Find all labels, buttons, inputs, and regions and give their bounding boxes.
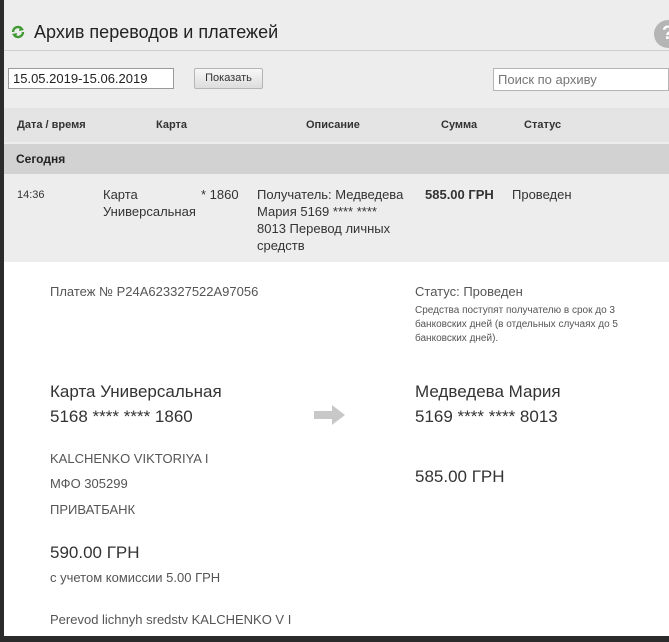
title-bar: Архив переводов и платежей ?	[4, 0, 669, 56]
row-desc-line2: Мария 5169 **** ****	[257, 204, 377, 219]
sender-mfo: МФО 305299	[50, 476, 128, 491]
help-icon[interactable]: ?	[654, 20, 669, 48]
group-label: Сегодня	[16, 152, 66, 166]
payment-number: Платеж № P24A623327522A97056	[50, 284, 259, 299]
row-card-mask: * 1860	[201, 187, 239, 202]
title-divider	[4, 50, 669, 51]
table-header: Дата / время Карта Описание Сумма Статус	[4, 108, 669, 142]
details-status: Статус: Проведен	[415, 284, 523, 299]
row-desc-line3: 8013 Перевод личных	[257, 221, 391, 236]
archive-search-input[interactable]	[493, 68, 669, 91]
column-description: Описание	[306, 119, 360, 131]
recipient-name: Медведева Мария	[415, 382, 561, 401]
status-note-line2: банковских дней (в отдельных случаях до …	[415, 319, 618, 330]
column-status: Статус	[524, 119, 562, 131]
page-title: Архив переводов и платежей	[34, 22, 279, 42]
sender-name: KALCHENKO VIKTORIYA I	[50, 451, 209, 466]
row-time: 14:36	[17, 189, 45, 201]
status-note-line1: Средства поступят получателю в срок до 3	[415, 305, 615, 316]
commission-note: с учетом комиссии 5.00 ГРН	[50, 570, 221, 585]
row-desc-line1: Получатель: Медведева	[257, 187, 404, 202]
payment-purpose: Perevod lichnyh sredstv KALCHENKO V I	[50, 612, 292, 627]
status-note-line3: банковских дней).	[415, 333, 499, 344]
refresh-icon[interactable]	[10, 24, 26, 40]
recipient-amount: 585.00 ГРН	[415, 467, 505, 486]
row-card-line1: Карта	[103, 187, 138, 202]
sender-amount: 590.00 ГРН	[50, 543, 140, 562]
sender-card-number: 5168 **** **** 1860	[50, 407, 193, 426]
column-datetime: Дата / время	[17, 119, 86, 131]
date-range-input[interactable]	[8, 68, 174, 89]
show-button[interactable]: Показать	[194, 68, 263, 89]
column-card: Карта	[156, 119, 188, 131]
sender-card-name: Карта Универсальная	[50, 382, 222, 401]
recipient-card-number: 5169 **** **** 8013	[415, 407, 558, 426]
group-today: Сегодня	[4, 144, 669, 174]
sender-bank: ПРИВАТБАНК	[50, 502, 136, 517]
table-row[interactable]: 14:36 Карта Универсальная * 1860 Получат…	[4, 174, 669, 262]
window-frame-bottom	[0, 636, 669, 642]
row-amount: 585.00 ГРН	[425, 187, 494, 202]
row-status: Проведен	[512, 187, 572, 202]
column-amount: Сумма	[441, 119, 478, 131]
row-card-line2: Универсальная	[103, 204, 196, 219]
arrow-right-icon	[314, 405, 345, 425]
row-desc-line4: средств	[257, 238, 305, 253]
payment-details: Платеж № P24A623327522A97056 Статус: Про…	[4, 262, 669, 636]
